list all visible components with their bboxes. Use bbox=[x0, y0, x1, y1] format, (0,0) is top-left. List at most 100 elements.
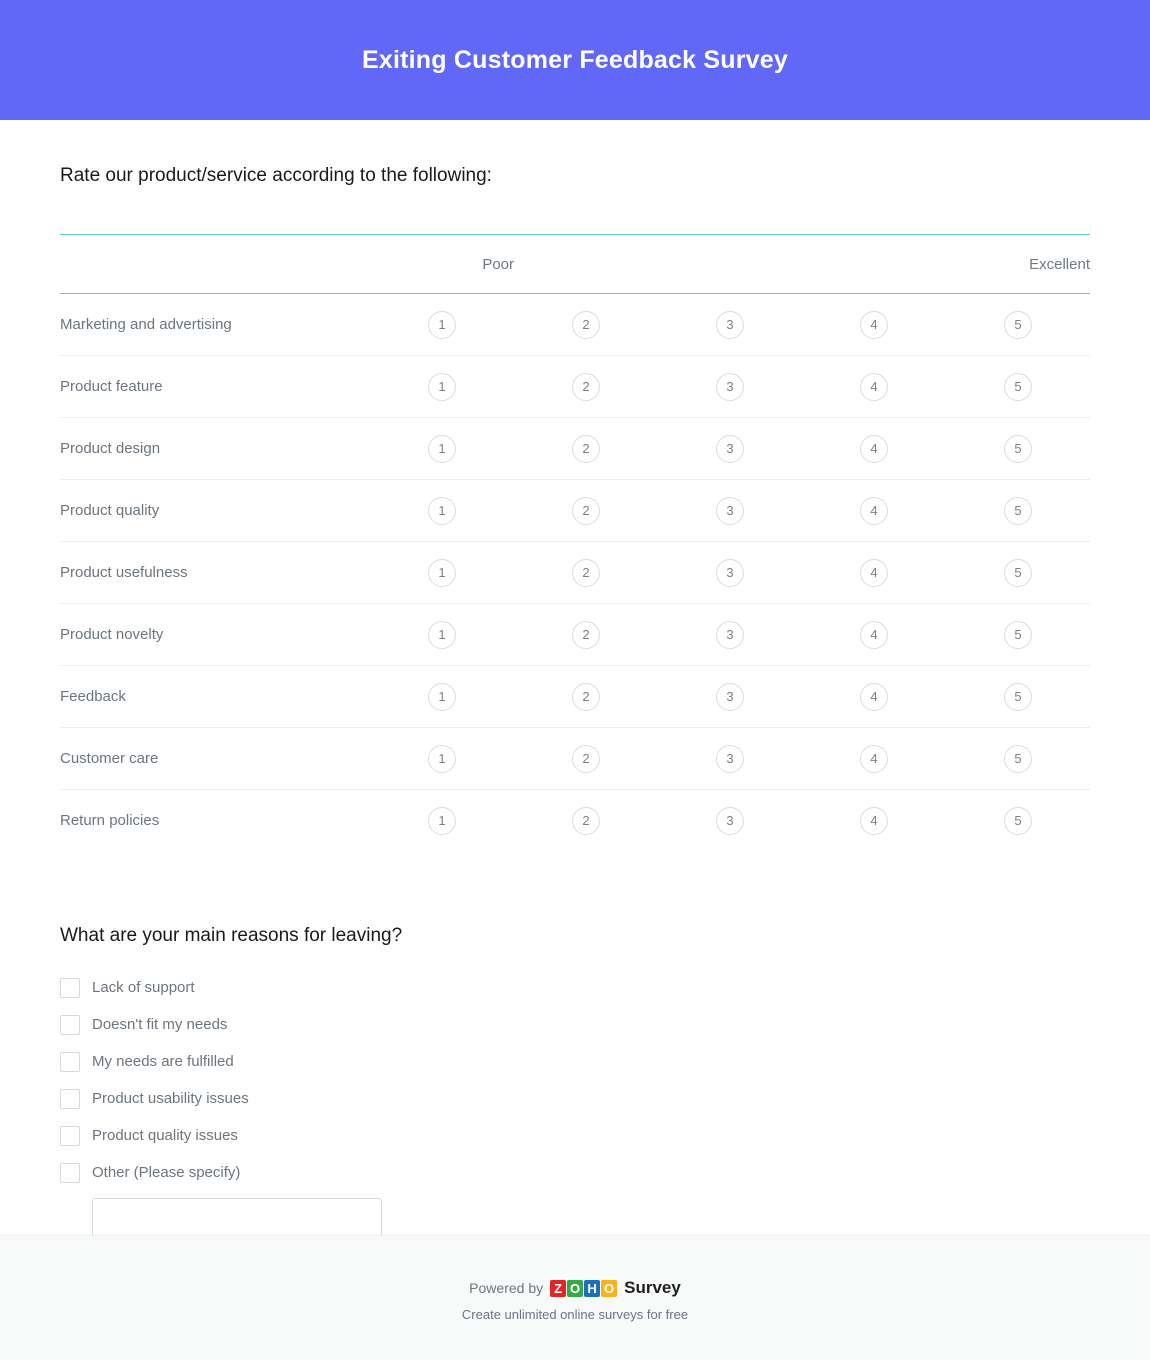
rating-option-circle[interactable]: 1 bbox=[428, 496, 456, 525]
rating-option-circle[interactable]: 1 bbox=[428, 558, 456, 587]
rating-cell[interactable]: 2 bbox=[514, 727, 658, 790]
rating-cell[interactable]: 1 bbox=[370, 665, 514, 728]
rating-cell[interactable]: 3 bbox=[658, 293, 802, 356]
rating-cell[interactable]: 5 bbox=[946, 355, 1090, 418]
rating-option-circle[interactable]: 4 bbox=[860, 620, 888, 649]
rating-cell[interactable]: 4 bbox=[802, 479, 946, 542]
rating-option-circle[interactable]: 5 bbox=[1004, 558, 1032, 587]
rating-cell[interactable]: 2 bbox=[514, 665, 658, 728]
rating-cell[interactable]: 2 bbox=[514, 355, 658, 418]
rating-option-circle[interactable]: 3 bbox=[716, 682, 744, 711]
rating-option-circle[interactable]: 1 bbox=[428, 682, 456, 711]
rating-option-circle[interactable]: 2 bbox=[572, 744, 600, 773]
checkbox-icon[interactable] bbox=[60, 1088, 80, 1109]
rating-cell[interactable]: 3 bbox=[658, 790, 802, 852]
rating-cell[interactable]: 1 bbox=[370, 355, 514, 418]
rating-option-circle[interactable]: 2 bbox=[572, 682, 600, 711]
rating-cell[interactable]: 5 bbox=[946, 665, 1090, 728]
rating-cell[interactable]: 2 bbox=[514, 790, 658, 852]
rating-option-circle[interactable]: 2 bbox=[572, 310, 600, 339]
checkbox-icon[interactable] bbox=[60, 1014, 80, 1035]
rating-cell[interactable]: 2 bbox=[514, 293, 658, 356]
rating-option-circle[interactable]: 5 bbox=[1004, 372, 1032, 401]
list-item[interactable]: Product usability issues bbox=[60, 1080, 1090, 1117]
rating-option-circle[interactable]: 1 bbox=[428, 434, 456, 463]
rating-option-circle[interactable]: 3 bbox=[716, 496, 744, 525]
rating-cell[interactable]: 3 bbox=[658, 665, 802, 728]
rating-option-circle[interactable]: 2 bbox=[572, 496, 600, 525]
rating-cell[interactable]: 3 bbox=[658, 541, 802, 604]
rating-cell[interactable]: 5 bbox=[946, 790, 1090, 852]
rating-cell[interactable]: 5 bbox=[946, 541, 1090, 604]
rating-option-circle[interactable]: 4 bbox=[860, 558, 888, 587]
rating-cell[interactable]: 1 bbox=[370, 603, 514, 666]
rating-option-circle[interactable]: 2 bbox=[572, 806, 600, 835]
rating-option-circle[interactable]: 1 bbox=[428, 806, 456, 835]
rating-option-circle[interactable]: 4 bbox=[860, 496, 888, 525]
rating-option-circle[interactable]: 3 bbox=[716, 434, 744, 463]
rating-cell[interactable]: 4 bbox=[802, 727, 946, 790]
rating-cell[interactable]: 4 bbox=[802, 293, 946, 356]
rating-option-circle[interactable]: 4 bbox=[860, 434, 888, 463]
rating-option-circle[interactable]: 4 bbox=[860, 682, 888, 711]
rating-cell[interactable]: 5 bbox=[946, 479, 1090, 542]
rating-option-circle[interactable]: 2 bbox=[572, 620, 600, 649]
rating-option-circle[interactable]: 5 bbox=[1004, 806, 1032, 835]
rating-cell[interactable]: 4 bbox=[802, 541, 946, 604]
rating-cell[interactable]: 1 bbox=[370, 479, 514, 542]
rating-option-circle[interactable]: 4 bbox=[860, 372, 888, 401]
rating-cell[interactable]: 4 bbox=[802, 417, 946, 480]
rating-option-circle[interactable]: 3 bbox=[716, 620, 744, 649]
rating-option-circle[interactable]: 2 bbox=[572, 558, 600, 587]
other-specify-input[interactable] bbox=[92, 1198, 382, 1238]
rating-option-circle[interactable]: 5 bbox=[1004, 496, 1032, 525]
rating-cell[interactable]: 1 bbox=[370, 541, 514, 604]
rating-option-circle[interactable]: 4 bbox=[860, 310, 888, 339]
rating-cell[interactable]: 1 bbox=[370, 790, 514, 852]
rating-cell[interactable]: 4 bbox=[802, 603, 946, 666]
rating-cell[interactable]: 5 bbox=[946, 603, 1090, 666]
rating-cell[interactable]: 4 bbox=[802, 665, 946, 728]
rating-cell[interactable]: 3 bbox=[658, 479, 802, 542]
rating-cell[interactable]: 1 bbox=[370, 727, 514, 790]
checkbox-icon[interactable] bbox=[60, 1051, 80, 1072]
rating-option-circle[interactable]: 5 bbox=[1004, 310, 1032, 339]
rating-option-circle[interactable]: 5 bbox=[1004, 744, 1032, 773]
rating-cell[interactable]: 3 bbox=[658, 727, 802, 790]
rating-cell[interactable]: 5 bbox=[946, 293, 1090, 356]
list-item[interactable]: Doesn't fit my needs bbox=[60, 1006, 1090, 1043]
rating-cell[interactable]: 1 bbox=[370, 417, 514, 480]
list-item[interactable]: Product quality issues bbox=[60, 1117, 1090, 1154]
rating-cell[interactable]: 3 bbox=[658, 603, 802, 666]
list-item[interactable]: Lack of support bbox=[60, 969, 1090, 1006]
rating-cell[interactable]: 2 bbox=[514, 603, 658, 666]
rating-option-circle[interactable]: 3 bbox=[716, 744, 744, 773]
rating-option-circle[interactable]: 4 bbox=[860, 806, 888, 835]
rating-option-circle[interactable]: 1 bbox=[428, 744, 456, 773]
rating-cell[interactable]: 4 bbox=[802, 355, 946, 418]
rating-cell[interactable]: 2 bbox=[514, 417, 658, 480]
list-item[interactable]: Other (Please specify) bbox=[60, 1154, 1090, 1191]
rating-cell[interactable]: 3 bbox=[658, 417, 802, 480]
rating-option-circle[interactable]: 1 bbox=[428, 310, 456, 339]
rating-option-circle[interactable]: 2 bbox=[572, 434, 600, 463]
rating-option-circle[interactable]: 3 bbox=[716, 806, 744, 835]
checkbox-icon[interactable] bbox=[60, 1162, 80, 1183]
rating-option-circle[interactable]: 1 bbox=[428, 372, 456, 401]
rating-cell[interactable]: 2 bbox=[514, 541, 658, 604]
checkbox-icon[interactable] bbox=[60, 1125, 80, 1146]
rating-option-circle[interactable]: 4 bbox=[860, 744, 888, 773]
rating-option-circle[interactable]: 5 bbox=[1004, 682, 1032, 711]
checkbox-icon[interactable] bbox=[60, 977, 80, 998]
rating-cell[interactable]: 2 bbox=[514, 479, 658, 542]
rating-option-circle[interactable]: 3 bbox=[716, 372, 744, 401]
rating-option-circle[interactable]: 3 bbox=[716, 558, 744, 587]
rating-cell[interactable]: 5 bbox=[946, 727, 1090, 790]
rating-option-circle[interactable]: 1 bbox=[428, 620, 456, 649]
list-item[interactable]: My needs are fulfilled bbox=[60, 1043, 1090, 1080]
rating-cell[interactable]: 1 bbox=[370, 293, 514, 356]
rating-cell[interactable]: 4 bbox=[802, 790, 946, 852]
rating-option-circle[interactable]: 3 bbox=[716, 310, 744, 339]
rating-option-circle[interactable]: 5 bbox=[1004, 434, 1032, 463]
rating-option-circle[interactable]: 5 bbox=[1004, 620, 1032, 649]
